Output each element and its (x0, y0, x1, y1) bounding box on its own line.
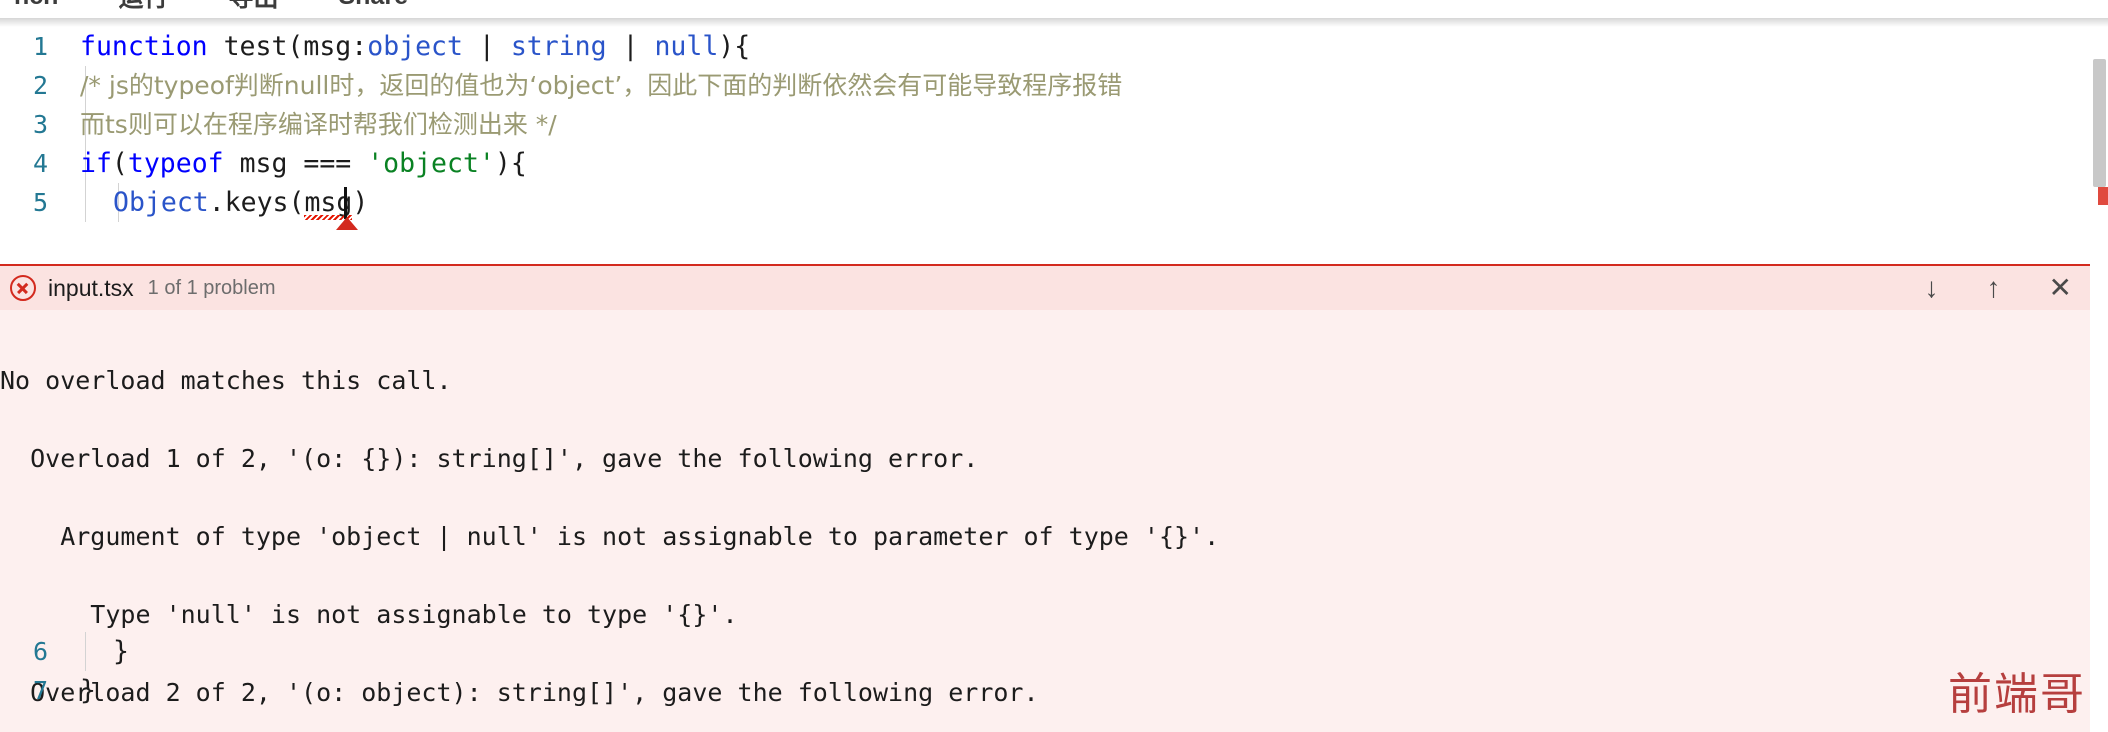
line-number: 7 (32, 676, 48, 705)
watermark-text: 前端哥 (1948, 669, 2086, 720)
toolbar-item-run[interactable]: 运行 (88, 0, 198, 14)
line-content: if(typeof msg === 'object'){ (80, 144, 527, 183)
problem-panel-header: input.tsx 1 of 1 problem ↓ ↑ ✕ (0, 266, 2090, 310)
token-param: msg (303, 31, 352, 62)
text-cursor (344, 187, 347, 219)
minimap-error-mark (2098, 187, 2108, 205)
previous-problem-icon[interactable]: ↑ (1987, 274, 2001, 302)
token-union-2: | (606, 31, 655, 62)
line-number: 6 (32, 637, 48, 666)
error-marker-triangle (336, 217, 358, 230)
line-content-comment: /* js的typeof判断null时，返回的值也为‘object’，因此下面的… (80, 71, 1123, 100)
indent-guide (85, 632, 86, 671)
code-editor[interactable]: 1 function test(msg:object | string | nu… (0, 27, 2090, 732)
token-type-string: string (510, 31, 607, 62)
token-colon: : (351, 31, 368, 62)
top-toolbar: ncn 运行 导出 Share (0, 0, 2108, 18)
line-content: Object.keys(msg) (113, 183, 368, 222)
code-line[interactable]: 7 } (0, 671, 2090, 710)
line-number: 3 (32, 110, 48, 139)
problem-panel-actions: ↓ ↑ ✕ (1925, 266, 2072, 310)
problem-message-line: Argument of type 'object | null' is not … (0, 522, 1220, 551)
code-line[interactable]: 5 Object.keys(msg) (0, 183, 2090, 230)
next-problem-icon[interactable]: ↓ (1925, 274, 1939, 302)
code-line[interactable]: 6 } (0, 632, 2090, 671)
close-panel-icon[interactable]: ✕ (2049, 274, 2072, 302)
editor-scrollbar-track[interactable] (2090, 27, 2108, 732)
token-union-1: | (462, 31, 511, 62)
toolbar-item-ncn[interactable]: ncn (0, 0, 88, 11)
line-content: } (80, 675, 96, 706)
token-keyword: function (80, 31, 224, 62)
line-content-comment: 而ts则可以在程序编译时帮我们检测出来 */ (80, 110, 557, 139)
token-close-paren: ) (352, 187, 369, 218)
code-line[interactable]: 4 if(typeof msg === 'object'){ (0, 144, 2090, 183)
code-line[interactable]: 1 function test(msg:object | string | nu… (0, 27, 2090, 66)
token-if: if (80, 148, 112, 179)
line-number: 4 (32, 149, 48, 178)
problem-message-line: Type 'null' is not assignable to type '{… (0, 600, 738, 629)
toolbar-shadow (0, 18, 2108, 27)
problem-file-name: input.tsx (48, 274, 134, 301)
line-content: function test(msg:object | string | null… (80, 27, 750, 66)
token-close: ){ (718, 31, 751, 62)
error-circle-x-icon (10, 275, 36, 301)
token-typeof: typeof (127, 148, 224, 179)
code-line[interactable]: 2 /* js的typeof判断null时，返回的值也为‘object’，因此下… (0, 66, 2090, 105)
problem-count-label: 1 of 1 problem (147, 276, 276, 299)
typescript-playground-screen: ncn 运行 导出 Share 1 function test(msg:obje… (0, 0, 2108, 732)
token-type-null: null (654, 31, 719, 62)
token-brace: ){ (494, 148, 527, 179)
token-string-literal: 'object' (367, 148, 495, 179)
toolbar-item-share[interactable]: Share (308, 0, 437, 11)
line-number: 1 (32, 32, 48, 61)
token-identifier: test (223, 31, 288, 62)
code-line[interactable]: 3 而ts则可以在程序编译时帮我们检测出来 */ (0, 105, 2090, 144)
token-paren: ( (111, 148, 128, 179)
token-type-object: object (367, 31, 463, 62)
line-number: 2 (32, 71, 48, 100)
problem-message-line: No overload matches this call. (0, 366, 452, 395)
token-punct: ( (287, 31, 304, 62)
toolbar-item-export[interactable]: 导出 (198, 0, 308, 14)
token-object-global: Object (113, 187, 209, 218)
problem-message-line: Overload 1 of 2, '(o: {}): string[]', ga… (0, 444, 979, 473)
indent-guide (85, 183, 86, 222)
editor-scrollbar-thumb[interactable] (2093, 59, 2106, 187)
token-keys-call: .keys( (208, 187, 305, 218)
token-compare: msg === (223, 148, 368, 179)
line-number: 5 (32, 188, 48, 217)
line-content: } (113, 636, 129, 667)
